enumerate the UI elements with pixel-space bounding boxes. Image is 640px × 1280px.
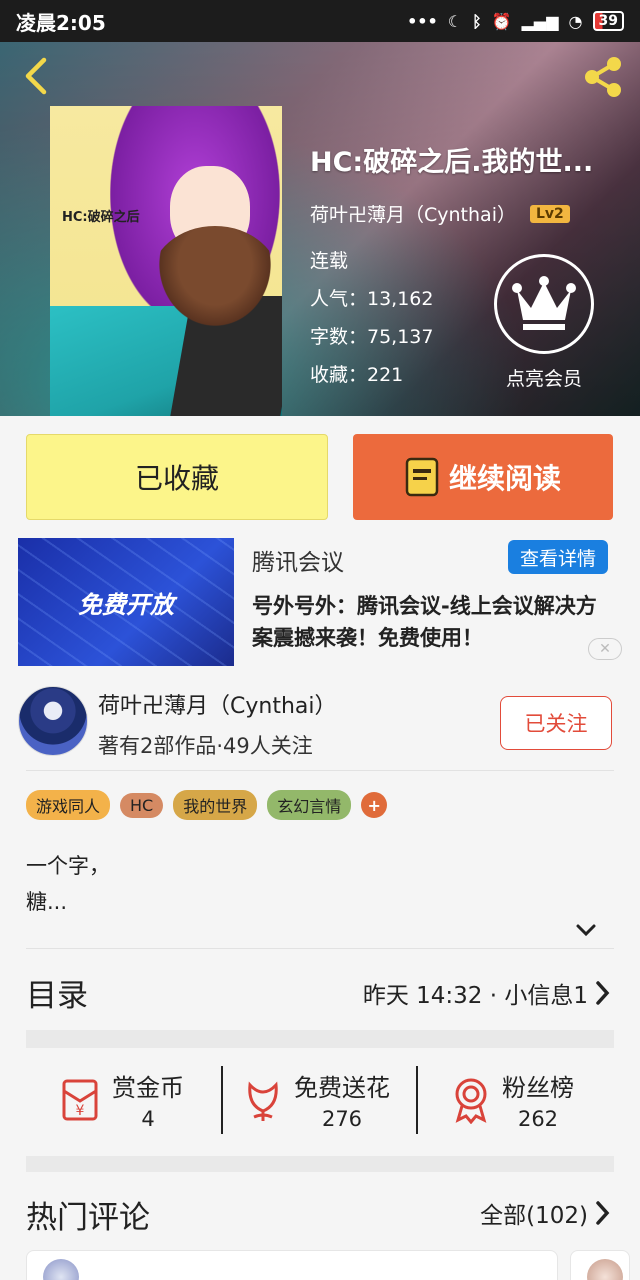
tag-hc[interactable]: HC	[120, 792, 164, 818]
continue-reading-label: 继续阅读	[448, 462, 561, 495]
book-author: 荷叶卍薄月（Cynthai）	[310, 204, 516, 226]
catalog-title[interactable]: 目录	[26, 970, 88, 1015]
medal-icon	[455, 1078, 487, 1124]
comment-avatar	[43, 1259, 79, 1280]
divider	[26, 770, 614, 771]
chevron-down-icon[interactable]	[575, 922, 597, 938]
add-tag-button[interactable]: +	[361, 792, 388, 818]
book-icon	[405, 457, 439, 497]
chevron-right-icon	[596, 981, 610, 1005]
comment-card[interactable]	[570, 1250, 630, 1280]
favorited-button[interactable]: 已收藏	[26, 434, 328, 520]
bluetooth-icon: ᛒ	[472, 11, 482, 31]
wifi-icon: ◔	[568, 11, 583, 31]
moon-icon: ☾	[447, 11, 463, 31]
author-meta: 著有2部作品·49人关注	[98, 734, 313, 758]
signal-icon: ▂▄▆	[521, 11, 559, 31]
description-line: 糖...	[26, 890, 68, 914]
book-popularity: 人气：13,162	[310, 288, 434, 310]
all-comments-link[interactable]: 全部(102)	[480, 1196, 610, 1230]
cover-title: HC:破碎之后	[62, 210, 140, 225]
catalog-meta: 昨天 14:32 · 小信息1	[362, 983, 588, 1009]
stat-label: 粉丝榜	[502, 1074, 574, 1102]
vip-label[interactable]: 点亮会员	[494, 364, 594, 391]
book-author-row: 荷叶卍薄月（Cynthai） Lv2	[310, 200, 570, 227]
svg-text:¥: ¥	[76, 1103, 85, 1119]
status-time: 凌晨2:05	[16, 10, 106, 35]
all-comments-label: 全部(102)	[480, 1203, 588, 1229]
free-flower-button[interactable]: 免费送花 276	[242, 1068, 390, 1131]
tag-minecraft[interactable]: 我的世界	[173, 790, 258, 820]
book-status: 连载	[310, 250, 349, 272]
reward-coin-button[interactable]: ¥ 赏金币 4	[56, 1068, 184, 1131]
ad-image-text: 免费开放	[78, 590, 174, 619]
vip-crown-button[interactable]	[494, 254, 594, 354]
ad-close-icon[interactable]: ✕	[588, 638, 622, 660]
book-description: 一个字， 糖...	[26, 848, 110, 920]
red-envelope-icon: ¥	[62, 1079, 98, 1120]
hot-comments-title: 热门评论	[26, 1200, 150, 1236]
level-badge: Lv2	[529, 204, 570, 223]
tag-list: 游戏同人 HC 我的世界 玄幻言情 +	[26, 790, 388, 820]
ad-description[interactable]: 号外号外：腾讯会议-线上会议解决方案震撼来袭！免费使用！	[252, 590, 614, 654]
author-avatar[interactable]	[18, 686, 88, 756]
section-separator	[26, 1156, 614, 1172]
book-title: HC:破碎之后.我的世...	[310, 147, 594, 178]
book-word-count: 字数：75,137	[310, 326, 434, 348]
stat-label: 赏金币	[112, 1074, 184, 1102]
flower-icon	[248, 1081, 278, 1121]
stat-value: 276	[321, 1107, 363, 1131]
book-cover[interactable]: HC:破碎之后	[50, 106, 282, 416]
book-header: HC:破碎之后 HC:破碎之后.我的世... 荷叶卍薄月（Cynthai） Lv…	[0, 42, 640, 416]
ad-details-button[interactable]: 查看详情	[508, 540, 608, 574]
stat-value: 262	[517, 1107, 559, 1131]
stat-value: 4	[141, 1107, 155, 1131]
tag-game-fanfic[interactable]: 游戏同人	[26, 790, 111, 820]
more-icon: •••	[407, 11, 438, 31]
tag-fantasy-romance[interactable]: 玄幻言情	[267, 790, 352, 820]
author-name[interactable]: 荷叶卍薄月（Cynthai）	[98, 688, 337, 720]
divider	[416, 1066, 418, 1134]
crown-icon	[512, 276, 576, 330]
catalog-latest[interactable]: 昨天 14:32 · 小信息1	[363, 976, 610, 1010]
book-favorites: 收藏：221	[310, 364, 404, 386]
chevron-right-icon	[596, 1201, 610, 1225]
share-icon[interactable]	[580, 54, 626, 100]
ad-title[interactable]: 腾讯会议	[252, 543, 344, 577]
fan-ranking-button[interactable]: 粉丝榜 262	[450, 1068, 574, 1131]
follow-button[interactable]: 已关注	[500, 696, 612, 750]
divider	[221, 1066, 223, 1134]
description-line: 一个字，	[26, 854, 110, 878]
continue-reading-button[interactable]: 继续阅读	[353, 434, 613, 520]
comment-avatar	[587, 1259, 623, 1280]
section-separator	[26, 1030, 614, 1048]
battery-icon: 39	[592, 11, 624, 31]
divider	[26, 948, 614, 949]
back-icon[interactable]	[18, 56, 58, 96]
stat-label: 免费送花	[294, 1074, 390, 1102]
comment-card[interactable]	[26, 1250, 558, 1280]
status-bar: 凌晨2:05 ••• ☾ ᛒ ⏰ ▂▄▆ ◔ 39	[0, 0, 640, 42]
alarm-icon: ⏰	[491, 11, 512, 31]
ad-image[interactable]: 免费开放	[18, 538, 234, 666]
